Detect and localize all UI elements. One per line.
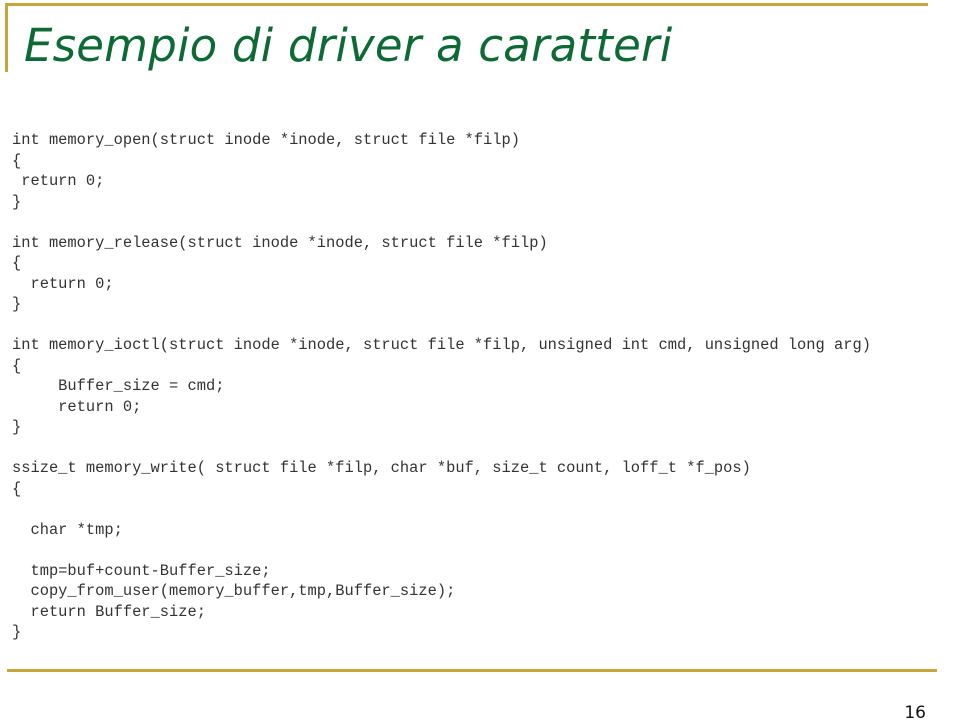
code-line: } [12,192,22,211]
code-line: { [12,254,22,272]
slide-title: Esempio di driver a caratteri [24,19,673,72]
code-line: return 0; [12,397,142,416]
code-line: } [12,623,22,641]
code-line: ssize_t memory_write( struct file *filp,… [12,459,751,477]
code-line: Buffer_size = cmd; [12,377,225,395]
code-line: } [12,295,22,313]
code-line: int memory_release(struct inode *inode, … [12,233,548,252]
code-line: tmp=buf+count-Buffer_size; [12,561,271,580]
left-border-rule [5,3,8,72]
code-line: int memory_open(struct inode *inode, str… [12,131,520,149]
code-line: { [12,356,22,375]
code-line: return 0; [12,172,105,190]
code-line: return Buffer_size; [12,602,206,621]
code-line: { [12,151,22,170]
code-line: return 0; [12,274,114,293]
code-line: copy_from_user(memory_buffer,tmp,Buffer_… [12,582,456,600]
code-line: } [12,418,22,436]
footer-rule [7,669,937,672]
code-line: char *tmp; [12,520,123,539]
code-block: int memory_open(struct inode *inode, str… [12,130,871,643]
top-border-rule [5,3,928,6]
code-line: int memory_ioctl(struct inode *inode, st… [12,336,871,354]
code-line: { [12,479,22,498]
page-number: 16 [904,703,926,723]
